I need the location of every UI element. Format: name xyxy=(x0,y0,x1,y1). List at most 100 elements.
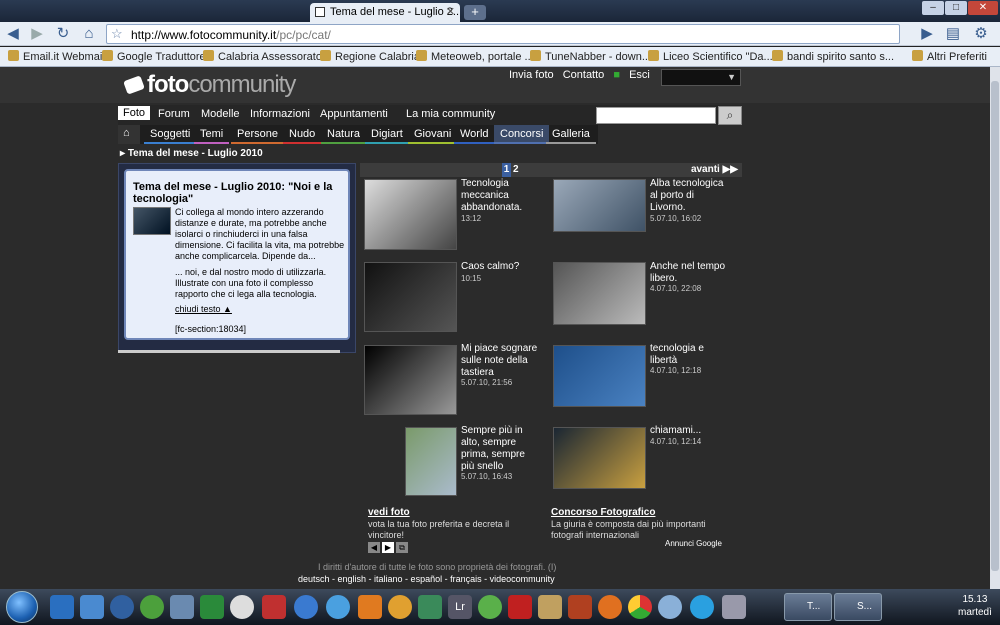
subnav-persone[interactable]: Persone xyxy=(231,125,284,144)
bookmark-item[interactable]: Meteoweb, portale ... xyxy=(416,50,534,63)
vlc-icon[interactable] xyxy=(358,595,382,619)
app-icon[interactable] xyxy=(294,595,318,619)
new-tab-button[interactable]: + xyxy=(464,5,486,20)
close-text-link[interactable]: chiudi testo ▲ xyxy=(175,304,232,314)
browser-tab[interactable]: Tema del mese - Luglio 2... ✕ xyxy=(310,3,460,22)
subnav-world[interactable]: World xyxy=(454,125,495,144)
bookmark-item[interactable]: Email.it Webmail xyxy=(8,50,105,63)
firefox-icon[interactable] xyxy=(598,595,622,619)
search-input[interactable] xyxy=(596,107,716,124)
bookmark-folder[interactable]: Altri Preferiti xyxy=(912,50,987,63)
app-icon[interactable] xyxy=(478,595,502,619)
home-icon[interactable]: ⌂ xyxy=(80,25,98,43)
chrome-icon[interactable] xyxy=(628,595,652,619)
wrench-icon[interactable]: ⚙ xyxy=(972,25,990,43)
photo-thumbnail[interactable] xyxy=(364,179,457,250)
subnav-galleria[interactable]: Galleria xyxy=(546,125,596,144)
theme-thumbnail[interactable] xyxy=(133,207,171,235)
clock[interactable]: 15.13 martedì xyxy=(958,593,992,619)
page-2-link[interactable]: 2 xyxy=(513,163,519,177)
bookmark-item[interactable]: Calabria Assessorato... xyxy=(203,50,331,63)
subnav-natura[interactable]: Natura xyxy=(321,125,367,144)
photo-thumbnail[interactable] xyxy=(553,427,646,489)
go-icon[interactable]: ▶ xyxy=(918,25,936,43)
minimize-button[interactable]: – xyxy=(922,1,944,15)
photo-title[interactable]: Tecnologia meccanica abbandonata. xyxy=(461,178,541,214)
subnav-concorsi[interactable]: Concorsi xyxy=(494,125,550,144)
contact-link[interactable]: Contatto xyxy=(563,69,605,81)
ie-icon[interactable] xyxy=(326,595,350,619)
address-bar[interactable]: ☆ http://www.fotocommunity.it/pc/pc/cat/ xyxy=(106,24,900,44)
photo-title[interactable]: Anche nel tempo libero. xyxy=(650,261,730,285)
app-icon[interactable] xyxy=(388,595,412,619)
ad-prev-button[interactable]: ◀ xyxy=(368,542,380,553)
taskbar-skype-window[interactable]: S... xyxy=(834,593,882,621)
bookmark-item[interactable]: Liceo Scientifico "Da... xyxy=(648,50,773,63)
page-menu-icon[interactable]: ▤ xyxy=(944,25,962,43)
photo-thumbnail[interactable] xyxy=(553,262,646,325)
bookmark-item[interactable]: Regione Calabria xyxy=(320,50,420,63)
safari-icon[interactable] xyxy=(658,595,682,619)
app-icon[interactable] xyxy=(170,595,194,619)
explorer-icon[interactable] xyxy=(80,595,104,619)
subnav-nudo[interactable]: Nudo xyxy=(283,125,322,144)
skype-icon[interactable] xyxy=(690,595,714,619)
upload-photo-link[interactable]: Invia foto xyxy=(509,69,554,81)
page-1-link[interactable]: 1 xyxy=(502,163,511,177)
app-icon[interactable] xyxy=(418,595,442,619)
nav-mia-community[interactable]: La mia community xyxy=(406,108,495,120)
logout-link[interactable]: Esci xyxy=(629,69,650,81)
film-icon[interactable] xyxy=(568,595,592,619)
ad-vedi-foto-link[interactable]: vedi foto xyxy=(368,507,410,518)
scrollbar-thumb[interactable] xyxy=(991,81,999,571)
nav-informazioni[interactable]: Informazioni xyxy=(250,108,310,120)
forward-icon[interactable]: ▶ xyxy=(28,25,46,43)
maximize-button[interactable]: □ xyxy=(945,1,967,15)
lightroom-icon[interactable]: Lr xyxy=(448,595,472,619)
app-icon[interactable] xyxy=(538,595,562,619)
photo-title[interactable]: Sempre più in alto, sempre prima, sempre… xyxy=(461,425,541,473)
spreadsheet-icon[interactable] xyxy=(200,595,224,619)
scrollbar[interactable] xyxy=(990,67,1000,589)
nav-modelle[interactable]: Modelle xyxy=(201,108,240,120)
google-ads-label[interactable]: Annunci Google xyxy=(665,539,722,548)
taskbar-chrome-window[interactable]: T... xyxy=(784,593,832,621)
system-tray[interactable] xyxy=(888,597,958,617)
subnav-giovani[interactable]: Giovani xyxy=(408,125,458,144)
site-logo[interactable]: fotocommunity xyxy=(123,71,296,99)
account-dropdown[interactable]: ▼ xyxy=(661,69,741,86)
photo-title[interactable]: Mi piace sognare sulle note della tastie… xyxy=(461,343,541,379)
back-icon[interactable]: ◀ xyxy=(4,25,22,43)
app-icon[interactable] xyxy=(262,595,286,619)
photo-thumbnail[interactable] xyxy=(364,345,457,415)
photo-thumbnail[interactable] xyxy=(364,262,457,332)
ad-options-icon[interactable]: ⧉ xyxy=(396,542,408,553)
photo-thumbnail[interactable] xyxy=(405,427,457,496)
star-icon[interactable]: ☆ xyxy=(111,26,123,42)
ad-next-button[interactable]: ▶ xyxy=(382,542,394,553)
media-icon[interactable] xyxy=(110,595,134,619)
recycle-bin-icon[interactable] xyxy=(722,595,746,619)
language-links[interactable]: deutsch - english - italiano - español -… xyxy=(298,574,555,584)
subnav-temi[interactable]: Temi xyxy=(194,125,230,144)
bookmark-item[interactable]: TuneNabber - down... xyxy=(530,50,651,63)
photo-title[interactable]: Alba tecnologica al porto di Livorno. xyxy=(650,178,728,214)
flash-icon[interactable] xyxy=(508,595,532,619)
subnav-digiart[interactable]: Digiart xyxy=(365,125,409,144)
nav-appuntamenti[interactable]: Appuntamenti xyxy=(320,108,388,120)
bookmark-item[interactable]: Google Traduttore xyxy=(102,50,206,63)
ad-concorso-link[interactable]: Concorso Fotografico xyxy=(551,507,655,518)
photo-thumbnail[interactable] xyxy=(553,179,646,232)
bookmark-item[interactable]: bandi spirito santo s... xyxy=(772,50,894,63)
subnav-soggetti[interactable]: Soggetti xyxy=(144,125,197,144)
nav-forum[interactable]: Forum xyxy=(158,108,190,120)
photo-title[interactable]: Caos calmo? xyxy=(461,261,541,273)
reload-icon[interactable]: ↻ xyxy=(54,25,72,43)
start-button[interactable] xyxy=(6,591,38,623)
app-icon[interactable] xyxy=(230,595,254,619)
desktop-icon[interactable] xyxy=(50,595,74,619)
photo-thumbnail[interactable] xyxy=(553,345,646,407)
close-window-button[interactable]: ✕ xyxy=(968,1,998,15)
search-button[interactable]: ⌕ xyxy=(718,106,742,125)
flag-icon[interactable]: ■ xyxy=(613,69,620,81)
